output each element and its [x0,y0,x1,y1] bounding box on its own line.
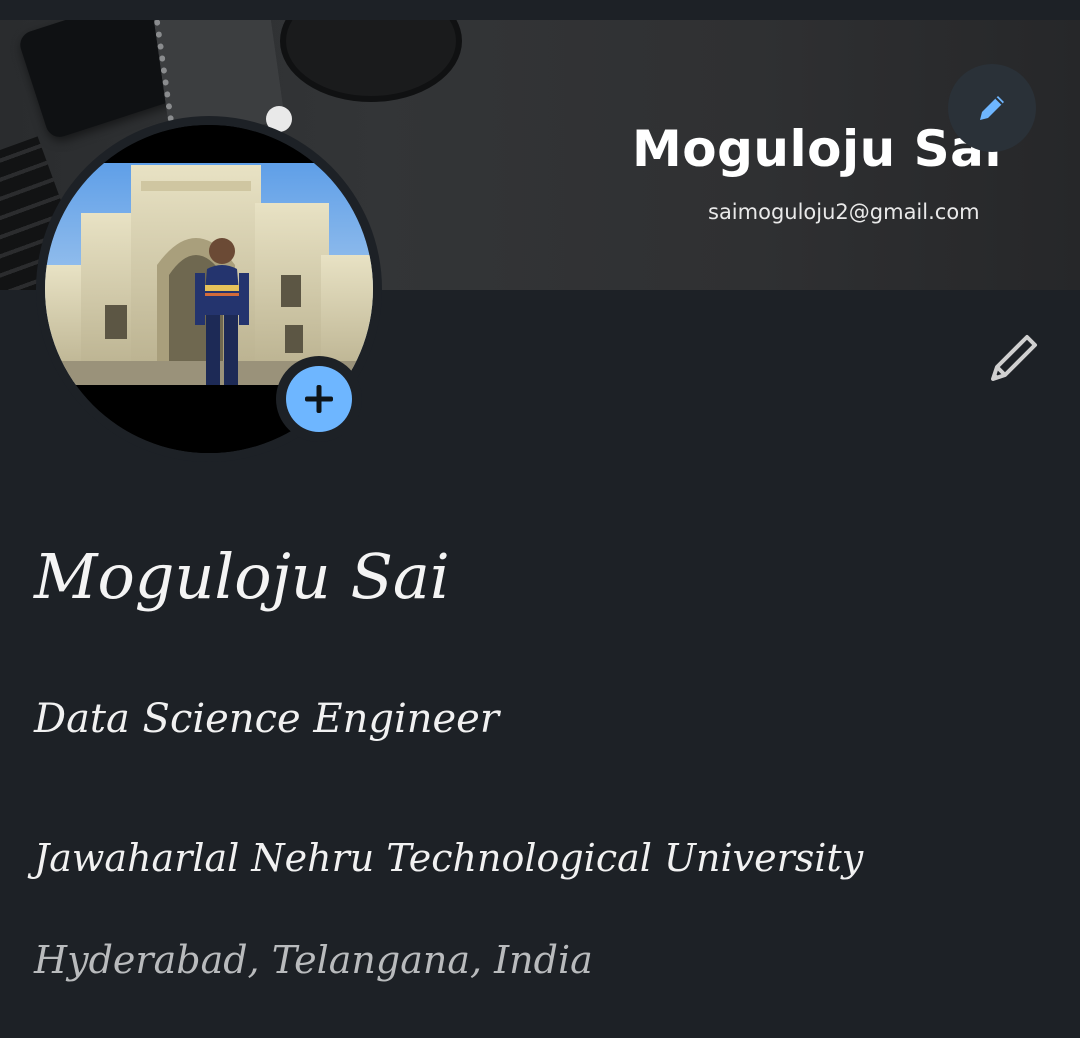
add-photo-button[interactable] [276,356,362,442]
pencil-icon [980,96,1004,120]
profile-name: Moguloju Sai [34,540,450,613]
profile-title: Data Science Engineer [34,696,499,742]
add-photo-circle [286,366,352,432]
top-strip [0,0,1080,20]
pencil-icon [991,335,1037,381]
cover-name: Moguloju Sai [632,120,1003,178]
profile-location: Hyderabad, Telangana, India [34,938,593,982]
cover-cup-decoration [280,20,462,102]
cover-edit-button[interactable] [948,64,1036,152]
edit-profile-button[interactable] [978,322,1048,392]
cover-email: saimoguloju2@gmail.com [708,200,980,224]
plus-icon [305,385,333,413]
profile-university: Jawaharlal Nehru Technological Universit… [34,836,864,880]
